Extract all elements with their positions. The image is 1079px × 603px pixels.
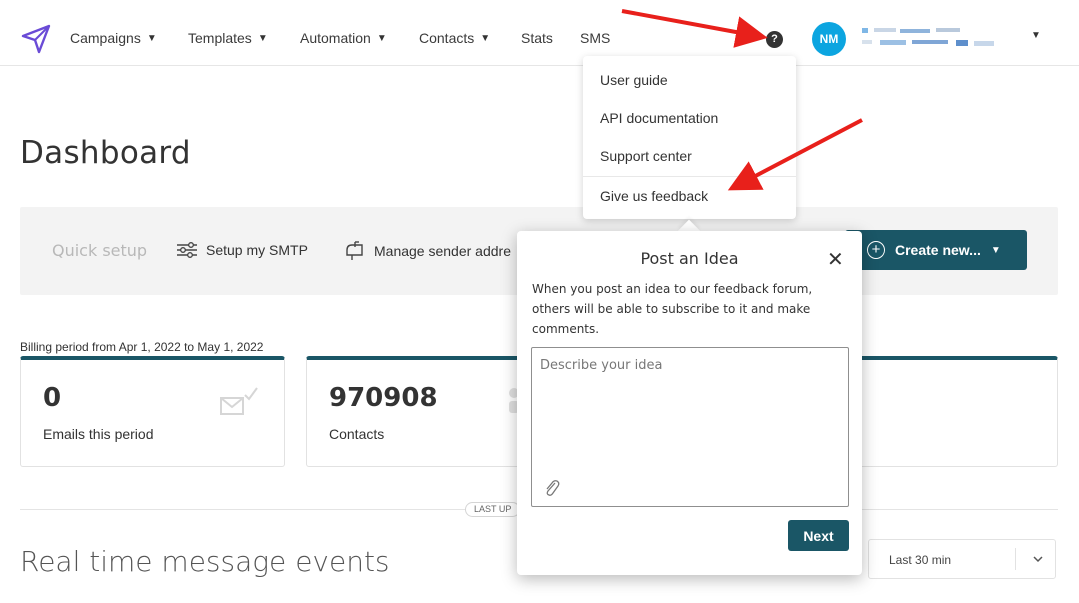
top-navigation: Campaigns ▼ Templates ▼ Automation ▼ Con… [0,0,1079,66]
sliders-icon [177,242,197,258]
setup-smtp-link[interactable]: Setup my SMTP [176,241,308,259]
dialog-title: Post an Idea [640,249,739,268]
close-icon[interactable]: ✕ [827,247,844,272]
caret-down-icon: ▼ [480,32,491,44]
stat-label: Contacts [329,426,385,442]
page-title: Dashboard [20,135,191,171]
chevron-down-icon [1033,556,1043,563]
menu-item-support-center[interactable]: Support center [600,148,692,164]
nav-templates[interactable]: Templates ▼ [188,30,268,46]
caret-down-icon: ▼ [257,32,268,44]
paperclip-icon[interactable] [543,478,561,498]
stat-value: 0 [43,383,62,413]
realtime-events-title: Real time message events [20,545,390,578]
account-caret-down-icon[interactable]: ▼ [1031,30,1041,41]
create-new-button[interactable]: + Create new... ▼ [845,230,1027,270]
next-button[interactable]: Next [788,520,849,551]
nav-automation[interactable]: Automation ▼ [300,30,387,46]
help-icon[interactable]: ? [766,31,783,48]
menu-item-give-feedback[interactable]: Give us feedback [600,188,708,204]
nav-campaigns[interactable]: Campaigns ▼ [70,30,157,46]
nav-stats[interactable]: Stats [521,30,553,46]
caret-down-icon: ▼ [990,244,1001,256]
paper-plane-logo-icon[interactable] [20,24,52,54]
stat-value: 970908 [329,383,438,413]
nav-contacts[interactable]: Contacts ▼ [419,30,490,46]
stat-label: Emails this period [43,426,154,442]
last-updated-badge: LAST UP [465,502,521,517]
dialog-description: When you post an idea to our feedback fo… [532,282,813,336]
idea-textarea[interactable] [531,347,849,507]
help-dropdown-menu: User guide API documentation Support cen… [583,56,796,219]
mailbox-icon [346,241,363,260]
post-idea-dialog: Post an Idea ✕ When you post an idea to … [517,231,862,575]
quick-setup-label: Quick setup [52,241,148,260]
plus-circle-icon: + [867,241,885,259]
caret-down-icon: ▼ [376,32,387,44]
avatar[interactable]: NM [812,22,846,56]
billing-period: Billing period from Apr 1, 2022 to May 1… [20,340,264,354]
envelope-check-icon [220,387,258,415]
caret-down-icon: ▼ [146,32,157,44]
blurred-account-name[interactable] [860,26,1000,50]
menu-item-api-documentation[interactable]: API documentation [600,110,718,126]
nav-sms[interactable]: SMS [580,30,610,46]
time-range-select[interactable]: Last 30 min [868,539,1056,579]
manage-sender-link[interactable]: Manage sender addre [344,241,511,261]
menu-item-user-guide[interactable]: User guide [600,72,668,88]
stat-card-emails: 0 Emails this period [20,356,285,467]
